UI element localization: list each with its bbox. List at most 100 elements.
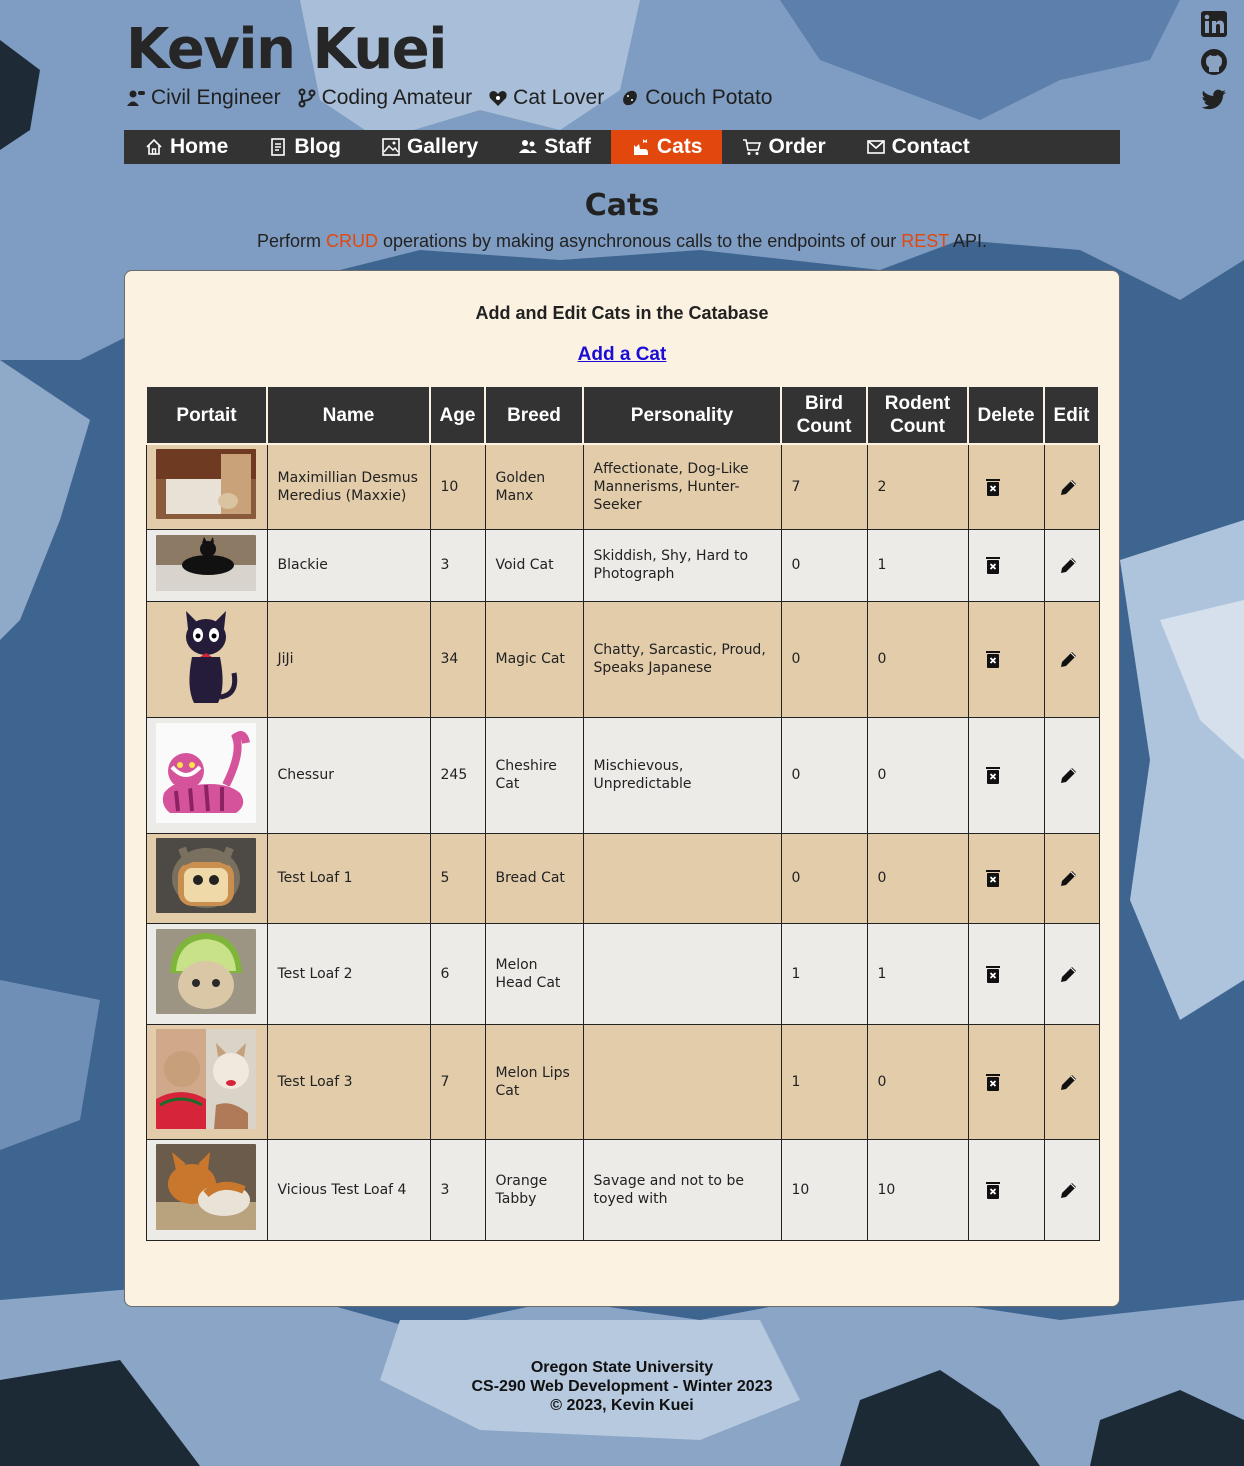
site-header: Kevin Kuei Civil Engineer Coding Amateur…	[126, 18, 772, 110]
nav-item-blog[interactable]: Blog	[248, 130, 361, 164]
edit-pencil-icon[interactable]	[1059, 555, 1079, 575]
nav-item-cats[interactable]: Cats	[610, 130, 723, 164]
footer-university: Oregon State University	[530, 1359, 714, 1376]
nav-label: Staff	[544, 135, 591, 158]
tag-label: Cat Lover	[513, 86, 605, 109]
nav-item-staff[interactable]: Staff	[498, 130, 611, 164]
delete-icon[interactable]	[983, 555, 1003, 575]
edit-pencil-icon[interactable]	[1059, 1072, 1079, 1092]
nav-label: Order	[768, 135, 826, 158]
delete-icon[interactable]	[983, 649, 1003, 669]
nav-label: Blog	[294, 135, 342, 158]
cat-age: 3	[429, 528, 486, 602]
cat-icon	[633, 139, 648, 155]
edit-cell	[1043, 443, 1100, 530]
portrait-cell	[145, 716, 268, 834]
edit-pencil-icon[interactable]	[1059, 649, 1079, 669]
edit-pencil-icon[interactable]	[1059, 964, 1079, 984]
delete-icon[interactable]	[983, 1072, 1003, 1092]
cat-name: Chessur	[266, 716, 431, 834]
cat-rodent-count: 0	[866, 832, 969, 924]
site-title: Kevin Kuei	[126, 17, 447, 82]
edit-cell	[1043, 528, 1100, 602]
cat-bird-count: 0	[780, 832, 868, 924]
branch-icon	[298, 88, 316, 108]
github-icon[interactable]	[1200, 48, 1228, 76]
delete-cell	[967, 716, 1045, 834]
cat-rodent-count: 2	[866, 443, 969, 530]
edit-pencil-icon[interactable]	[1059, 765, 1079, 785]
col-header-rodent-count: Rodent Count	[866, 385, 969, 445]
table-row: Test Loaf 2 6 Melon Head Cat 1 1	[145, 922, 1100, 1025]
crud-highlight: CRUD	[325, 231, 378, 251]
nav-label: Cats	[656, 135, 703, 158]
cat-portrait-image	[155, 606, 256, 707]
nav-item-gallery[interactable]: Gallery	[361, 130, 498, 164]
portrait-cell	[145, 1023, 268, 1140]
cat-age: 3	[429, 1138, 486, 1241]
cats-card: Add and Edit Cats in the Catabase Add a …	[124, 270, 1120, 1307]
cat-breed: Golden Manx	[484, 443, 584, 530]
cat-breed: Melon Head Cat	[484, 922, 584, 1025]
cat-personality: Affectionate, Dog-Like Mannerisms, Hunte…	[582, 443, 782, 530]
cat-portrait-image	[155, 1144, 256, 1230]
edit-pencil-icon[interactable]	[1059, 477, 1079, 497]
tag-couch-potato: Couch Potato	[620, 86, 772, 110]
gallery-icon	[382, 138, 400, 156]
table-header-row: Portait Name Age Breed Personality Bird …	[145, 385, 1100, 445]
cat-name: JiJi	[266, 600, 431, 718]
potato-icon	[623, 90, 638, 106]
footer-course: CS-290 Web Development - Winter 2023	[471, 1378, 773, 1395]
delete-cell	[967, 600, 1045, 718]
edit-pencil-icon[interactable]	[1059, 868, 1079, 888]
cat-personality: Savage and not to be toyed with	[582, 1138, 782, 1241]
col-header-age: Age	[429, 385, 486, 445]
nav-item-order[interactable]: Order	[722, 130, 845, 164]
cat-bird-count: 10	[780, 1138, 868, 1241]
card-title: Add and Edit Cats in the Catabase	[475, 303, 769, 323]
col-header-name: Name	[266, 385, 431, 445]
nav-item-contact[interactable]: Contact	[846, 130, 990, 164]
twitter-icon[interactable]	[1200, 86, 1228, 114]
portrait-cell	[145, 1138, 268, 1241]
nav-label: Home	[170, 135, 229, 158]
col-header-breed: Breed	[484, 385, 584, 445]
linkedin-icon[interactable]	[1200, 10, 1228, 38]
cat-rodent-count: 0	[866, 600, 969, 718]
delete-icon[interactable]	[983, 477, 1003, 497]
add-cat-link[interactable]: Add a Cat	[125, 344, 1119, 366]
delete-cell	[967, 922, 1045, 1025]
staff-icon	[519, 140, 538, 153]
edit-cell	[1043, 922, 1100, 1025]
cat-portrait-image	[155, 722, 256, 823]
page-heading: Cats Perform CRUD operations by making a…	[0, 188, 1244, 252]
cat-age: 34	[429, 600, 486, 718]
cat-breed: Magic Cat	[484, 600, 584, 718]
cart-icon	[743, 139, 762, 155]
cat-personality: Skiddish, Shy, Hard to Photograph	[582, 528, 782, 602]
cat-age: 245	[429, 716, 486, 834]
delete-icon[interactable]	[983, 964, 1003, 984]
cat-personality: Chatty, Sarcastic, Proud, Speaks Japanes…	[582, 600, 782, 718]
table-row: Maximillian Desmus Meredius (Maxxie) 10 …	[145, 443, 1100, 530]
edit-cell	[1043, 1138, 1100, 1241]
intro-text: Perform	[256, 231, 326, 251]
cat-breed: Bread Cat	[484, 832, 584, 924]
tagline: Civil Engineer Coding Amateur Cat Lover …	[126, 86, 772, 110]
mail-icon	[866, 140, 885, 154]
delete-icon[interactable]	[983, 1180, 1003, 1200]
delete-icon[interactable]	[983, 765, 1003, 785]
edit-cell	[1043, 832, 1100, 924]
delete-icon[interactable]	[983, 868, 1003, 888]
heart-paw-icon	[489, 91, 507, 106]
nav-label: Gallery	[407, 135, 479, 158]
cat-name: Test Loaf 2	[266, 922, 431, 1025]
col-header-bird-count: Bird Count	[780, 385, 868, 445]
rest-highlight: REST	[901, 231, 949, 251]
nav-label: Contact	[891, 135, 970, 158]
nav-item-home[interactable]: Home	[124, 130, 248, 164]
edit-pencil-icon[interactable]	[1059, 1180, 1079, 1200]
cat-portrait-image	[155, 928, 256, 1014]
delete-cell	[967, 1138, 1045, 1241]
cat-bird-count: 7	[780, 443, 868, 530]
